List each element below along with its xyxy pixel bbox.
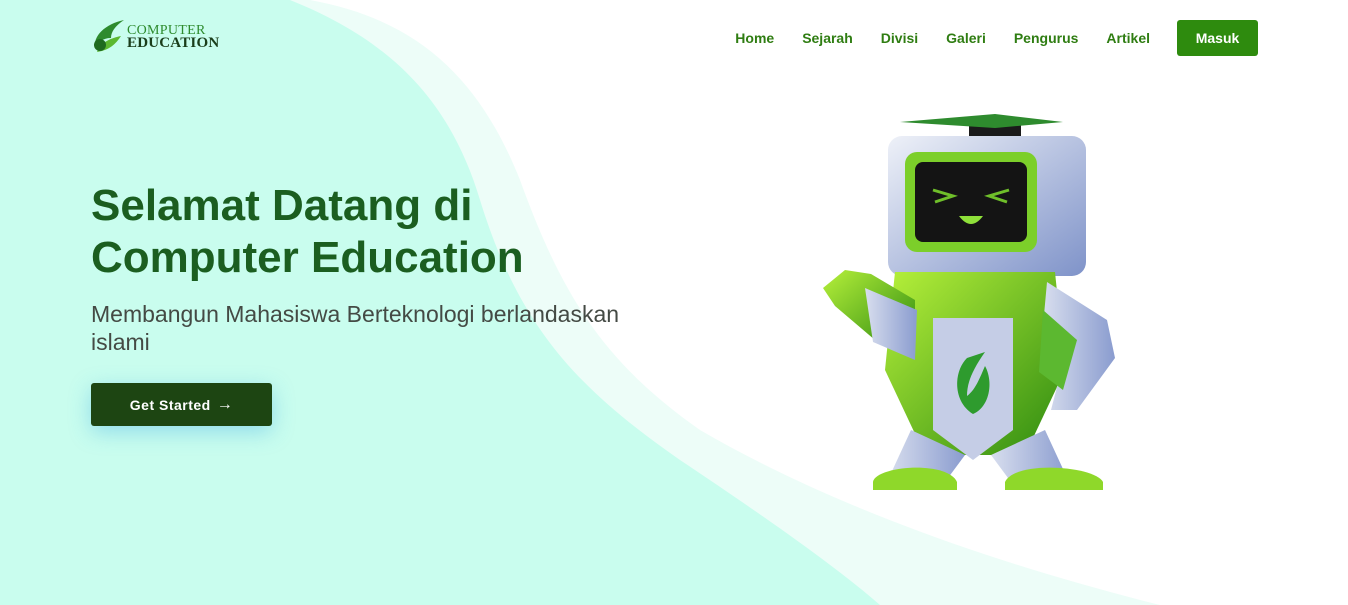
get-started-label: Get Started xyxy=(129,396,211,413)
hero-title: Selamat Datang di Computer Education xyxy=(91,181,524,282)
hero-subtitle: Membangun Mahasiswa Berteknologi berland… xyxy=(91,301,620,355)
nav-link-divisi[interactable]: Divisi xyxy=(881,30,918,46)
nav-menu: Home Sejarah Divisi Galeri Pengurus Arti… xyxy=(735,20,1258,56)
robot-mascot-illustration xyxy=(823,114,1115,490)
arrow-right-icon: → xyxy=(216,395,234,413)
nav-link-artikel[interactable]: Artikel xyxy=(1106,30,1150,46)
brand-logo[interactable]: COMPUTER EDUCATION xyxy=(91,18,219,56)
navbar: COMPUTER EDUCATION Home Sejarah Divisi G… xyxy=(0,0,1348,75)
login-button[interactable]: Masuk xyxy=(1177,20,1258,56)
nav-link-pengurus[interactable]: Pengurus xyxy=(1014,30,1079,46)
get-started-button[interactable]: Get Started → xyxy=(91,383,272,426)
leaf-logo-icon xyxy=(94,20,124,52)
hero-section: Selamat Datang di Computer Education Mem… xyxy=(91,180,651,426)
nav-link-galeri[interactable]: Galeri xyxy=(946,30,986,46)
logo-text-line2: EDUCATION xyxy=(127,34,220,51)
nav-link-sejarah[interactable]: Sejarah xyxy=(802,30,853,46)
nav-link-home[interactable]: Home xyxy=(735,30,774,46)
